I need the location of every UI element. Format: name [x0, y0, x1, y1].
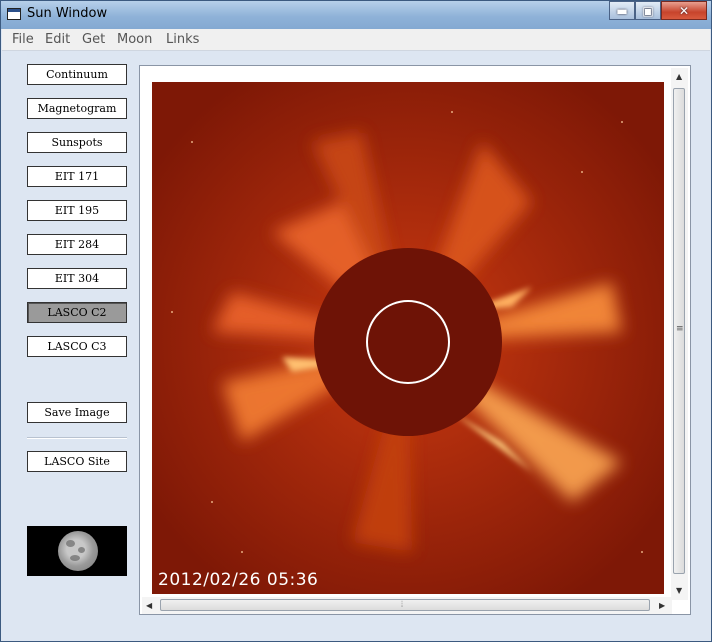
vertical-scroll-thumb[interactable]: ≡	[673, 88, 685, 574]
eit171-button[interactable]: EIT 171	[27, 166, 127, 187]
scroll-down-arrow-icon[interactable]: ▼	[676, 586, 682, 595]
window-title: Sun Window	[27, 6, 108, 21]
vertical-scrollbar[interactable]: ▲ ≡ ▼	[671, 68, 688, 600]
separator	[27, 437, 127, 439]
scroll-right-arrow-icon[interactable]: ▶	[659, 601, 665, 610]
grip-icon: ≡	[676, 324, 684, 334]
eit195-button[interactable]: EIT 195	[27, 200, 127, 221]
eit284-button[interactable]: EIT 284	[27, 234, 127, 255]
menu-bar: File Edit Get Moon Links	[2, 29, 710, 51]
close-button[interactable]: ✕	[661, 1, 707, 20]
client-area: Continuum Magnetogram Sunspots EIT 171 E…	[9, 51, 703, 635]
image-timestamp: 2012/02/26 05:36	[158, 570, 319, 590]
scroll-left-arrow-icon[interactable]: ◀	[146, 601, 152, 610]
grip-icon: ⦙	[401, 600, 404, 610]
menu-file[interactable]: File	[12, 32, 34, 47]
sunspots-button[interactable]: Sunspots	[27, 132, 127, 153]
sun-window: Sun Window ▬ ▣ ✕ File Edit Get Moon Link…	[0, 0, 712, 642]
window-icon[interactable]	[7, 8, 21, 20]
lasco-c2-button[interactable]: LASCO C2	[27, 302, 127, 323]
minimize-button[interactable]: ▬	[609, 1, 635, 20]
horizontal-scrollbar[interactable]: ◀ ⦙ ▶	[142, 597, 672, 614]
eit304-button[interactable]: EIT 304	[27, 268, 127, 289]
title-bar[interactable]: Sun Window ▬ ▣ ✕	[1, 1, 711, 29]
menu-moon[interactable]: Moon	[117, 32, 152, 47]
maximize-button[interactable]: ▣	[635, 1, 661, 20]
lasco-site-button[interactable]: LASCO Site	[27, 451, 127, 472]
moon-icon	[58, 531, 98, 571]
menu-edit[interactable]: Edit	[45, 32, 70, 47]
scroll-up-arrow-icon[interactable]: ▲	[676, 72, 682, 81]
magnetogram-button[interactable]: Magnetogram	[27, 98, 127, 119]
lasco-c3-button[interactable]: LASCO C3	[27, 336, 127, 357]
menu-get[interactable]: Get	[82, 32, 105, 47]
save-image-button[interactable]: Save Image	[27, 402, 127, 423]
menu-links[interactable]: Links	[166, 32, 199, 47]
lasco-c2-image: 2012/02/26 05:36	[152, 82, 664, 594]
continuum-button[interactable]: Continuum	[27, 64, 127, 85]
horizontal-scroll-thumb[interactable]: ⦙	[160, 599, 650, 611]
image-viewport: 2012/02/26 05:36 ▲ ≡ ▼ ◀ ⦙ ▶	[139, 65, 691, 615]
moon-phase-thumbnail[interactable]	[27, 526, 127, 576]
corona-image-graphic	[152, 82, 664, 594]
